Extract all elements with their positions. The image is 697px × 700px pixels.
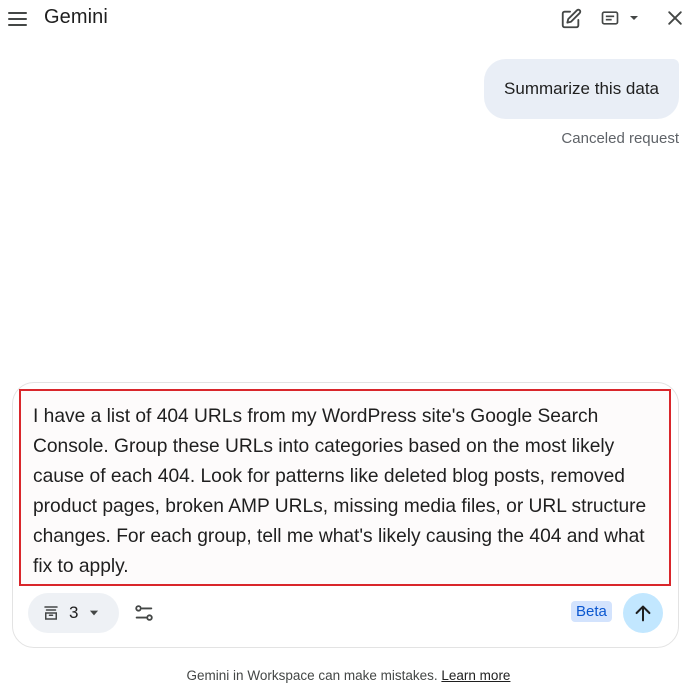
sources-icon [44,606,58,620]
arrow-up-icon [635,605,651,622]
send-button[interactable] [623,593,663,633]
close-icon [668,11,682,25]
app-title: Gemini [44,6,108,28]
menu-icon[interactable] [8,10,28,28]
close-button[interactable] [665,8,685,28]
footer-disclaimer: Gemini in Workspace can make mistakes. L… [0,668,697,683]
caret-down-icon [90,610,99,616]
prompt-settings-button[interactable] [133,602,155,629]
user-message-text: Summarize this data [504,79,659,98]
gemini-side-panel: Gemini Summarize this data Canceled requ… [0,0,697,700]
disclaimer-text: Gemini in Workspace can make mistakes. [186,668,438,683]
tune-icon [135,605,153,621]
sources-chip[interactable]: 3 [28,593,119,633]
beta-badge: Beta [571,601,612,622]
prompt-input[interactable]: I have a list of 404 URLs from my WordPr… [19,389,671,586]
new-chat-button[interactable] [560,8,582,30]
view-list-icon [601,11,619,25]
user-message-bubble: Summarize this data [484,59,679,119]
edit-icon [561,8,582,29]
prompt-composer: I have a list of 404 URLs from my WordPr… [12,382,679,648]
learn-more-link[interactable]: Learn more [441,668,510,683]
header: Gemini [0,0,697,40]
view-menu-button[interactable] [600,8,642,28]
request-status: Canceled request [561,130,679,147]
sources-count: 3 [69,603,79,622]
caret-down-icon [630,16,638,20]
